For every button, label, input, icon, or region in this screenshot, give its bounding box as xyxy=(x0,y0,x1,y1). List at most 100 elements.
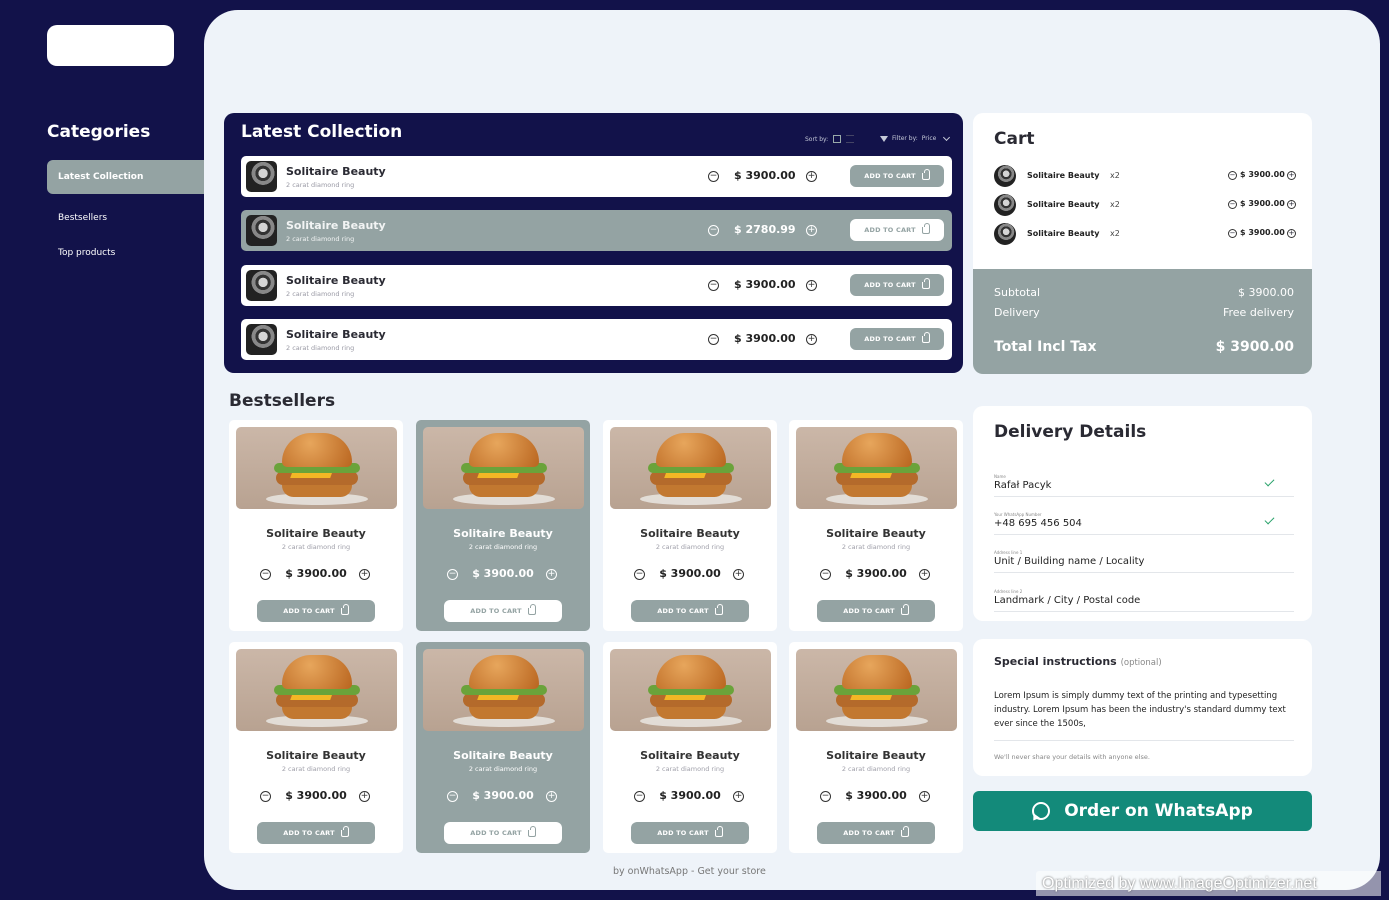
plus-icon[interactable]: + xyxy=(1287,229,1296,238)
name-field[interactable]: Name Rafał Pacyk xyxy=(994,474,1294,497)
product-card: Solitaire Beauty 2 carat diamond ring − $ 3… xyxy=(603,642,777,853)
basket-icon xyxy=(714,825,723,837)
product-card: Solitaire Beauty 2 carat diamond ring − $ 3… xyxy=(416,642,590,853)
product-price: $ 3900.00 xyxy=(734,278,796,291)
product-image xyxy=(796,649,957,731)
plus-icon[interactable]: + xyxy=(359,569,370,580)
product-subtitle: 2 carat diamond ring xyxy=(655,543,725,551)
cart-item-price: $ 3900.00 xyxy=(1240,228,1285,237)
basket-icon xyxy=(527,603,536,615)
sidebar-item-latest-collection[interactable]: Latest Collection xyxy=(47,160,211,194)
cart-item-price: $ 3900.00 xyxy=(1240,170,1285,179)
minus-icon[interactable]: − xyxy=(708,280,719,291)
product-row: Solitaire Beauty 2 carat diamond ring − … xyxy=(241,210,952,251)
plus-icon[interactable]: + xyxy=(546,791,557,802)
minus-icon[interactable]: − xyxy=(1228,229,1237,238)
basket-icon xyxy=(340,825,349,837)
plus-icon[interactable]: + xyxy=(919,791,930,802)
basket-icon xyxy=(921,168,930,180)
add-to-cart-label: ADD TO CART xyxy=(470,607,522,615)
product-name: Solitaire Beauty xyxy=(266,527,366,540)
plus-icon[interactable]: + xyxy=(806,280,817,291)
product-name: Solitaire Beauty xyxy=(266,749,366,762)
special-instructions-textarea[interactable]: Lorem Ipsum is simply dummy text of the … xyxy=(994,689,1294,741)
plus-icon[interactable]: + xyxy=(1287,171,1296,180)
add-to-cart-button[interactable]: ADD TO CART xyxy=(817,600,935,622)
plus-icon[interactable]: + xyxy=(1287,200,1296,209)
categories-title: Categories xyxy=(47,122,151,142)
filter-value: Price xyxy=(921,135,937,142)
basket-icon xyxy=(340,603,349,615)
name-field-value: Rafał Pacyk xyxy=(994,480,1052,491)
add-to-cart-button[interactable]: ADD TO CART xyxy=(850,328,944,350)
total-value: $ 3900.00 xyxy=(1215,339,1294,355)
plus-icon[interactable]: + xyxy=(806,225,817,236)
cart-item-thumbnail xyxy=(994,165,1016,187)
add-to-cart-button[interactable]: ADD TO CART xyxy=(817,822,935,844)
cart-item: Solitaire Beauty x2 − $ 3900.00 + xyxy=(994,194,1298,216)
basket-icon xyxy=(900,603,909,615)
whatsapp-number-field[interactable]: Your WhatsApp Number +48 695 456 504 xyxy=(994,512,1294,535)
product-price: $ 3900.00 xyxy=(734,332,796,345)
grid-view-icon[interactable] xyxy=(833,135,842,143)
cart-item-thumbnail xyxy=(994,223,1016,245)
product-card: Solitaire Beauty 2 carat diamond ring − $ 3… xyxy=(229,642,403,853)
add-to-cart-button[interactable]: ADD TO CART xyxy=(850,219,944,241)
order-on-whatsapp-button[interactable]: Order on WhatsApp xyxy=(973,791,1312,831)
plus-icon[interactable]: + xyxy=(919,569,930,580)
cart-item-name: Solitaire Beauty xyxy=(1027,200,1100,209)
address-line-1-field[interactable]: Address line 1 Unit / Building name / Lo… xyxy=(994,550,1294,573)
product-subtitle: 2 carat diamond ring xyxy=(286,181,355,189)
plus-icon[interactable]: + xyxy=(733,569,744,580)
minus-icon[interactable]: − xyxy=(1228,200,1237,209)
plus-icon[interactable]: + xyxy=(733,791,744,802)
product-name: Solitaire Beauty xyxy=(826,749,926,762)
minus-icon[interactable]: − xyxy=(1228,171,1237,180)
cart-item-qty: x2 xyxy=(1110,171,1120,180)
product-thumbnail xyxy=(246,270,277,301)
product-price: $ 3900.00 xyxy=(472,567,534,580)
add-to-cart-button[interactable]: ADD TO CART xyxy=(444,822,562,844)
address-line-2-field[interactable]: Address line 2 Landmark / City / Postal … xyxy=(994,589,1294,612)
add-to-cart-button[interactable]: ADD TO CART xyxy=(631,600,749,622)
plus-icon[interactable]: + xyxy=(806,334,817,345)
minus-icon[interactable]: − xyxy=(708,225,719,236)
plus-icon[interactable]: + xyxy=(546,569,557,580)
product-price: $ 3900.00 xyxy=(659,567,721,580)
minus-icon[interactable]: − xyxy=(708,171,719,182)
add-to-cart-label: ADD TO CART xyxy=(864,281,916,289)
add-to-cart-button[interactable]: ADD TO CART xyxy=(850,165,944,187)
sidebar-item-bestsellers[interactable]: Bestsellers xyxy=(47,201,211,235)
filter-control[interactable]: Filter by: Price xyxy=(880,133,951,142)
sidebar-item-top-products[interactable]: Top products xyxy=(47,236,211,270)
cart-summary: Subtotal $ 3900.00 Delivery Free deliver… xyxy=(973,269,1312,374)
whatsapp-number-label: Your WhatsApp Number xyxy=(994,512,1042,517)
address-line-1-value: Unit / Building name / Locality xyxy=(994,556,1145,567)
minus-icon[interactable]: − xyxy=(708,334,719,345)
add-to-cart-button[interactable]: ADD TO CART xyxy=(257,600,375,622)
product-subtitle: 2 carat diamond ring xyxy=(286,344,355,352)
add-to-cart-button[interactable]: ADD TO CART xyxy=(257,822,375,844)
product-row: Solitaire Beauty 2 carat diamond ring − … xyxy=(241,156,952,197)
product-subtitle: 2 carat diamond ring xyxy=(468,765,538,773)
cart-item-qty: x2 xyxy=(1110,200,1120,209)
latest-collection-title: Latest Collection xyxy=(241,122,403,142)
product-name: Solitaire Beauty xyxy=(640,749,740,762)
add-to-cart-button[interactable]: ADD TO CART xyxy=(444,600,562,622)
list-view-icon[interactable] xyxy=(846,135,855,143)
add-to-cart-button[interactable]: ADD TO CART xyxy=(850,274,944,296)
add-to-cart-label: ADD TO CART xyxy=(864,172,916,180)
plus-icon[interactable]: + xyxy=(359,791,370,802)
product-subtitle: 2 carat diamond ring xyxy=(286,235,355,243)
logo-placeholder xyxy=(47,25,174,66)
cart-item-price: $ 3900.00 xyxy=(1240,199,1285,208)
product-name: Solitaire Beauty xyxy=(286,219,386,232)
cart-item: Solitaire Beauty x2 − $ 3900.00 + xyxy=(994,165,1298,187)
add-to-cart-label: ADD TO CART xyxy=(657,607,709,615)
total-label: Total Incl Tax xyxy=(994,339,1097,355)
add-to-cart-button[interactable]: ADD TO CART xyxy=(631,822,749,844)
plus-icon[interactable]: + xyxy=(806,171,817,182)
delivery-value: Free delivery xyxy=(1222,306,1294,319)
optional-label: (optional) xyxy=(1120,658,1162,668)
product-name: Solitaire Beauty xyxy=(453,749,553,762)
